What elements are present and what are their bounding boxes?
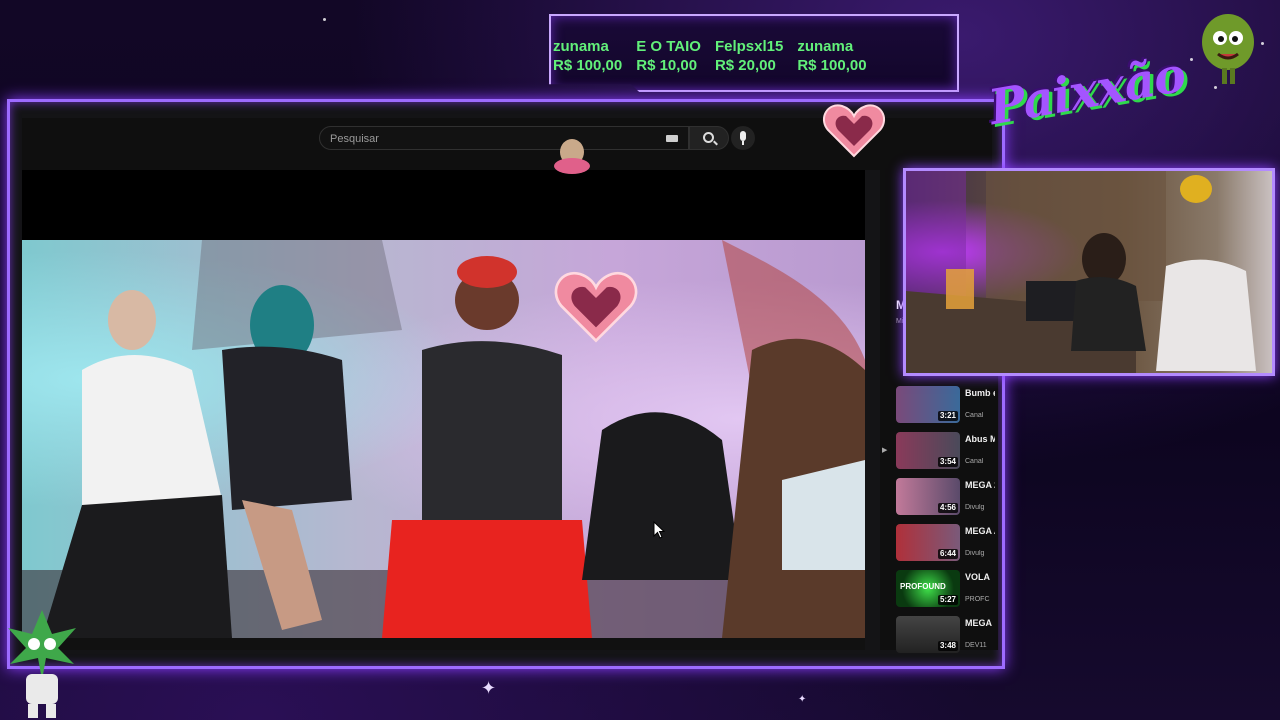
donation-item: zunama R$ 100,00 (797, 38, 866, 76)
thumbnail-text: PROFOUND (900, 582, 946, 591)
list-item[interactable]: 4:56 MEGA 2025 Divulg (896, 478, 996, 518)
duration-badge: 3:21 (937, 411, 958, 421)
donor-name: zunama (797, 38, 854, 55)
video-title[interactable]: MEGA 2025 (965, 479, 995, 491)
channel-name[interactable]: Canal (965, 412, 995, 419)
donation-amount: R$ 100,00 (553, 57, 623, 74)
webcam-overlay (903, 168, 1275, 376)
video-title[interactable]: Bumb e Jerr (965, 387, 995, 399)
mouse-cursor-icon (653, 521, 665, 539)
heart-emote-icon (823, 104, 885, 158)
channel-name[interactable]: Divulg (965, 550, 995, 557)
video-player[interactable] (22, 240, 865, 638)
donation-amount: R$ 20,00 (714, 57, 776, 74)
avatar-emote-icon (554, 139, 590, 174)
donor-name: E O TAIO (636, 38, 701, 55)
donation-amount: R$ 10,00 (636, 57, 698, 74)
duration-badge: 4:56 (937, 503, 958, 513)
duration-badge: 6:44 (937, 549, 958, 559)
donor-name: Felpsxl15 (714, 38, 784, 55)
video-title[interactable]: MEGA AUTO (965, 525, 995, 537)
donation-amount: R$ 100,00 (797, 57, 867, 74)
donation-item: Felpsxl15 R$ 20,00 (715, 38, 783, 76)
star-decoration (1261, 42, 1264, 45)
list-item[interactable]: PROFOUND 5:27 VOLA PROFC (896, 570, 996, 610)
video-thumbnail[interactable]: PROFOUND 5:27 (896, 570, 960, 607)
duration-badge: 5:27 (937, 595, 958, 605)
search-box[interactable] (319, 126, 689, 150)
list-item[interactable]: ▶ 3:54 Abus MC D Canal (882, 432, 996, 472)
donor-name: zunama (553, 38, 609, 55)
sparkle-icon: ✦ (481, 678, 497, 698)
video-thumbnail[interactable]: 4:56 (896, 478, 960, 515)
video-title[interactable]: VOLA (965, 571, 995, 583)
mascot-icon (1202, 14, 1254, 84)
now-playing-icon: ▶ (882, 447, 888, 454)
microphone-icon (740, 131, 746, 141)
donation-item: zunama R$ 100,00 (553, 38, 622, 76)
list-item[interactable]: 6:44 MEGA AUTO Divulg (896, 524, 996, 564)
channel-name[interactable]: Canal (965, 458, 995, 465)
video-thumbnail[interactable]: 3:54 (896, 432, 960, 469)
list-item[interactable]: 3:48 MEGA DEV11 (896, 616, 996, 656)
video-title[interactable]: MEGA (965, 617, 995, 629)
donations-ticker: zunama R$ 100,00 E O TAIO R$ 10,00 Felps… (549, 14, 959, 92)
duration-badge: 3:48 (937, 641, 958, 651)
screen-capture-frame: Mi Mix 3:21 Bumb e Jerr Canal ▶ 3:54 Abu… (7, 99, 1005, 669)
video-title[interactable]: Abus MC D (965, 433, 995, 445)
video-letterbox (22, 170, 865, 240)
list-item[interactable]: 3:21 Bumb e Jerr Canal (896, 386, 996, 426)
heart-emote-icon (554, 271, 638, 343)
video-thumbnail[interactable]: 6:44 (896, 524, 960, 561)
channel-name[interactable]: DEV11 (965, 642, 995, 649)
webcam-image (906, 171, 1256, 373)
keyboard-icon[interactable] (666, 135, 678, 142)
search-button[interactable] (689, 126, 729, 150)
video-progress-area[interactable] (22, 638, 865, 650)
donation-item: E O TAIO R$ 10,00 (636, 38, 701, 76)
channel-name[interactable]: Divulg (965, 504, 995, 511)
video-thumbnail[interactable]: 3:21 (896, 386, 960, 423)
channel-logo: Paixxão (984, 46, 1190, 137)
duration-badge: 3:54 (937, 457, 958, 467)
video-frame-image (22, 240, 865, 638)
sparkle-icon: ✦ (798, 694, 807, 705)
star-decoration (323, 18, 326, 21)
video-thumbnail[interactable]: 3:48 (896, 616, 960, 653)
channel-name[interactable]: PROFC (965, 596, 995, 603)
voice-search-button[interactable] (731, 126, 755, 150)
mascot-icon (8, 610, 76, 718)
